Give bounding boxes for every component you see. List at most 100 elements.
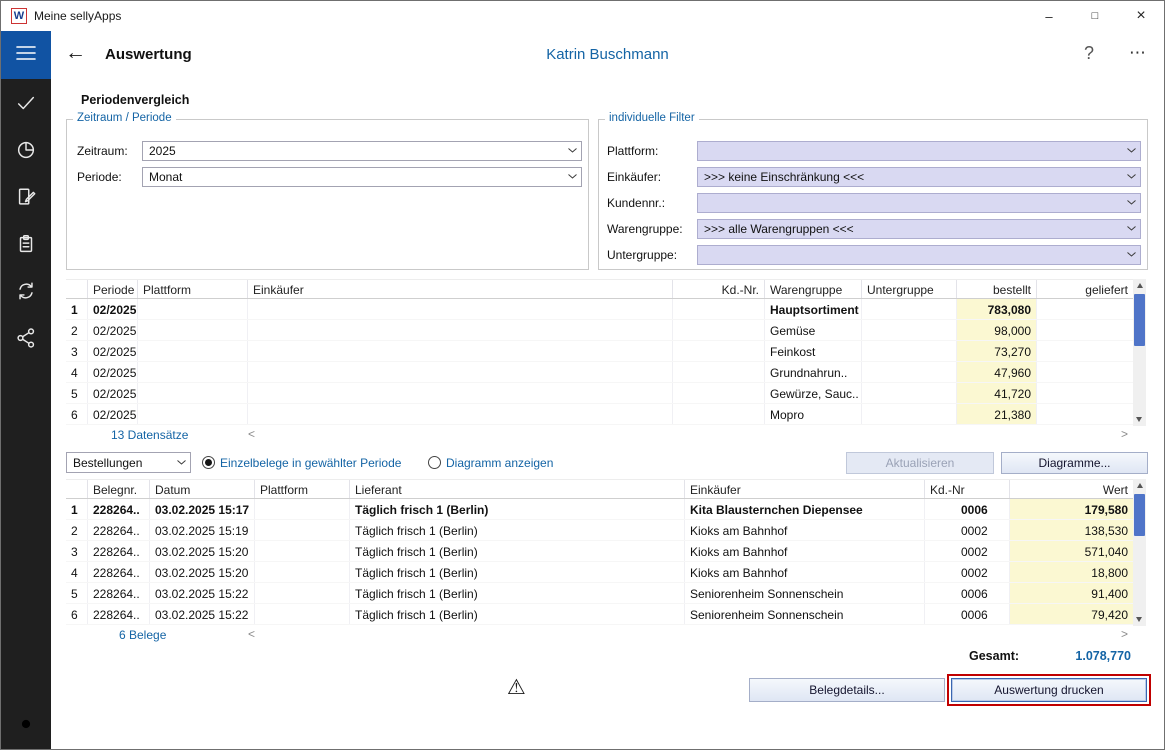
radio-einzelbelege[interactable] <box>202 456 215 469</box>
sidebar-item-tasks[interactable] <box>1 82 51 129</box>
scroll-left-arrow[interactable]: < <box>248 627 255 641</box>
scroll-right-arrow[interactable]: > <box>1121 427 1128 441</box>
table-row[interactable]: 3 228264.. 03.02.2025 15:20 Täglich fris… <box>66 541 1146 562</box>
scroll-right-arrow[interactable]: > <box>1121 627 1128 641</box>
scroll-left-arrow[interactable]: < <box>248 427 255 441</box>
plattform-select[interactable] <box>697 141 1141 161</box>
sidebar-item-liste[interactable] <box>1 223 51 270</box>
warengruppe-select[interactable]: >>> alle Warengruppen <<< <box>697 219 1141 239</box>
cell-datum: 03.02.2025 15:22 <box>150 604 255 624</box>
cell-kdnr <box>673 383 765 403</box>
zeitraum-select[interactable]: 2025 <box>142 141 582 161</box>
header-cell-warengruppe[interactable]: Warengruppe <box>765 280 862 298</box>
cell-einkaeufer <box>248 362 673 382</box>
untergruppe-select[interactable] <box>697 245 1141 265</box>
auswertung-drucken-button[interactable]: Auswertung drucken <box>951 678 1147 702</box>
close-button[interactable]: × <box>1118 1 1164 31</box>
einkaeufer-select[interactable]: >>> keine Einschränkung <<< <box>697 167 1141 187</box>
cell-kdnr <box>673 320 765 340</box>
radio-diagramm-label[interactable]: Diagramm anzeigen <box>446 456 553 470</box>
total-value: 1.078,770 <box>1039 649 1131 663</box>
header-cell-einkaeufer[interactable]: Einkäufer <box>248 280 673 298</box>
belegdetails-button[interactable]: Belegdetails... <box>749 678 945 702</box>
sidebar-item-share[interactable] <box>1 317 51 364</box>
scroll-down-icon[interactable] <box>1136 417 1142 422</box>
mode-select[interactable]: Bestellungen <box>66 452 191 473</box>
header-cell-plattform[interactable]: Plattform <box>138 280 248 298</box>
app-logo-icon: W <box>11 8 27 24</box>
table-row[interactable]: 6 228264.. 03.02.2025 15:22 Täglich fris… <box>66 604 1146 625</box>
scrollbar-thumb[interactable] <box>1134 294 1145 346</box>
cell-plattform <box>138 341 248 361</box>
table-row[interactable]: 1 228264.. 03.02.2025 15:17 Täglich fris… <box>66 499 1146 520</box>
header-cell-datum[interactable]: Datum <box>150 480 255 498</box>
header-cell-plattform[interactable]: Plattform <box>255 480 350 498</box>
header-cell-geliefert[interactable]: geliefert <box>1037 280 1133 298</box>
table-row[interactable]: 2 02/2025 Gemüse 98,000 <box>66 320 1146 341</box>
header-cell-kdnr[interactable]: Kd.-Nr. <box>673 280 765 298</box>
header-cell-kdnr[interactable]: Kd.-Nr <box>925 480 1010 498</box>
scrollbar-thumb[interactable] <box>1134 494 1145 536</box>
scroll-up-icon[interactable] <box>1137 283 1143 288</box>
sidebar-item-belege[interactable] <box>1 176 51 223</box>
cell-plattform <box>138 383 248 403</box>
record-count: 13 Datensätze <box>111 428 188 442</box>
table-row[interactable]: 4 02/2025 Grundnahrun.. 47,960 <box>66 362 1146 383</box>
period-table: Periode Plattform Einkäufer Kd.-Nr. Ware… <box>66 279 1146 426</box>
minimize-button[interactable]: – <box>1026 1 1072 31</box>
header-cell-lieferant[interactable]: Lieferant <box>350 480 685 498</box>
sidebar-item-auswertung[interactable] <box>1 129 51 176</box>
scroll-down-icon[interactable] <box>1136 617 1142 622</box>
cell-kdnr <box>673 404 765 424</box>
periode-select[interactable]: Monat <box>142 167 582 187</box>
header-cell-belegnr[interactable]: Belegnr. <box>88 480 150 498</box>
cell-warengruppe: Hauptsortiment <box>765 299 862 319</box>
cell-lieferant: Täglich frisch 1 (Berlin) <box>350 541 685 561</box>
table-row[interactable]: 2 228264.. 03.02.2025 15:19 Täglich fris… <box>66 520 1146 541</box>
cell-einkaeufer: Seniorenheim Sonnenschein <box>685 583 925 603</box>
cell-plattform <box>255 562 350 582</box>
maximize-button[interactable]: □ <box>1072 1 1118 31</box>
header-cell-einkaeufer[interactable]: Einkäufer <box>685 480 925 498</box>
page-header: ← Auswertung Katrin Buschmann ? ⋯ <box>51 31 1164 79</box>
header-cell-untergruppe[interactable]: Untergruppe <box>862 280 957 298</box>
cell-warengruppe: Feinkost <box>765 341 862 361</box>
chevron-down-icon <box>1127 200 1136 205</box>
vertical-scrollbar[interactable] <box>1133 279 1146 426</box>
table-row[interactable]: 3 02/2025 Feinkost 73,270 <box>66 341 1146 362</box>
radio-einzelbelege-label[interactable]: Einzelbelege in gewählter Periode <box>220 456 401 470</box>
vertical-scrollbar[interactable] <box>1133 479 1146 626</box>
cell-periode: 02/2025 <box>88 299 138 319</box>
sidebar-item-settings[interactable] <box>1 711 51 741</box>
cell-plattform <box>138 320 248 340</box>
header-cell-periode[interactable]: Periode <box>88 280 138 298</box>
aktualisieren-button[interactable]: Aktualisieren <box>846 452 994 474</box>
cell-einkaeufer <box>248 320 673 340</box>
cell-geliefert <box>1037 383 1133 403</box>
cell-plattform <box>255 520 350 540</box>
kundennr-select[interactable] <box>697 193 1141 213</box>
cell-lieferant: Täglich frisch 1 (Berlin) <box>350 604 685 624</box>
cell-einkaeufer <box>248 404 673 424</box>
cell-belegnr: 228264.. <box>88 520 150 540</box>
cell-untergruppe <box>862 341 957 361</box>
einkaeufer-value: >>> keine Einschränkung <<< <box>704 170 864 184</box>
header-cell-wert[interactable]: Wert <box>1010 480 1133 498</box>
sidebar-item-sync[interactable] <box>1 270 51 317</box>
user-name[interactable]: Katrin Buschmann <box>546 46 669 63</box>
table-row[interactable]: 5 02/2025 Gewürze, Sauc.. 41,720 <box>66 383 1146 404</box>
table-row[interactable]: 6 02/2025 Mopro 21,380 <box>66 404 1146 425</box>
more-button[interactable]: ⋯ <box>1129 43 1148 63</box>
cell-plattform <box>138 362 248 382</box>
cell-untergruppe <box>862 383 957 403</box>
diagramme-button[interactable]: Diagramme... <box>1001 452 1148 474</box>
cell-kdnr: 0002 <box>925 520 1010 540</box>
table-row[interactable]: 1 02/2025 Hauptsortiment 783,080 <box>66 299 1146 320</box>
help-button[interactable]: ? <box>1084 43 1094 64</box>
radio-diagramm[interactable] <box>428 456 441 469</box>
menu-button[interactable] <box>1 31 51 79</box>
scroll-up-icon[interactable] <box>1137 483 1143 488</box>
table-row[interactable]: 5 228264.. 03.02.2025 15:22 Täglich fris… <box>66 583 1146 604</box>
table-row[interactable]: 4 228264.. 03.02.2025 15:20 Täglich fris… <box>66 562 1146 583</box>
header-cell-bestellt[interactable]: bestellt <box>957 280 1037 298</box>
